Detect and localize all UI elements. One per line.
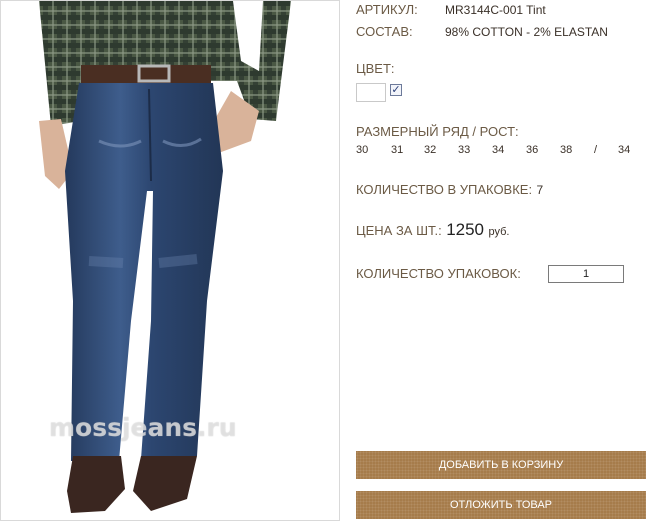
packs-quantity-input[interactable]: 1 [548, 265, 624, 283]
size-item: / [594, 144, 598, 156]
size-list: 30 31 32 33 34 36 38 / 34 [356, 144, 636, 158]
sku-value: MR3144C-001 Tint [445, 3, 546, 17]
size-item: 32 [424, 144, 437, 156]
watermark-text: mossjeans.ru [49, 413, 237, 442]
pack-qty-value: 7 [536, 183, 544, 197]
size-item: 33 [458, 144, 471, 156]
color-label: ЦВЕТ: [356, 61, 395, 76]
price-value: 1250 [446, 220, 485, 239]
color-swatch[interactable] [356, 83, 386, 102]
composition-label: СОСТАВ: [356, 24, 413, 39]
price-label: ЦЕНА ЗА ШТ.: [356, 223, 442, 238]
size-item: 30 [356, 144, 369, 156]
color-checkbox[interactable]: ✓ [390, 84, 402, 96]
add-to-cart-button[interactable]: ДОБАВИТЬ В КОРЗИНУ [356, 451, 646, 479]
composition-value: 98% COTTON - 2% ELASTAN [445, 25, 608, 39]
size-item: 36 [526, 144, 539, 156]
postpone-button[interactable]: ОТЛОЖИТЬ ТОВАР [356, 491, 646, 519]
size-item: 38 [560, 144, 573, 156]
pack-qty-row: КОЛИЧЕСТВО В УПАКОВКЕ: 7 [356, 181, 543, 199]
packs-label: КОЛИЧЕСТВО УПАКОВОК: [356, 266, 521, 281]
size-range-label: РАЗМЕРНЫЙ РЯД / РОСТ: [356, 124, 519, 139]
pack-qty-label: КОЛИЧЕСТВО В УПАКОВКЕ: [356, 182, 533, 197]
product-photo[interactable]: mossjeans.ru [0, 0, 340, 521]
price-row: ЦЕНА ЗА ШТ.: 1250 руб. [356, 220, 509, 240]
price-currency: руб. [488, 226, 510, 238]
sku-row: АРТИКУЛ: [356, 1, 418, 19]
size-item: 31 [391, 144, 404, 156]
jeans-illustration [39, 1, 291, 513]
size-item: 34 [492, 144, 505, 156]
sku-label: АРТИКУЛ: [356, 2, 418, 17]
size-item: 34 [618, 144, 631, 156]
